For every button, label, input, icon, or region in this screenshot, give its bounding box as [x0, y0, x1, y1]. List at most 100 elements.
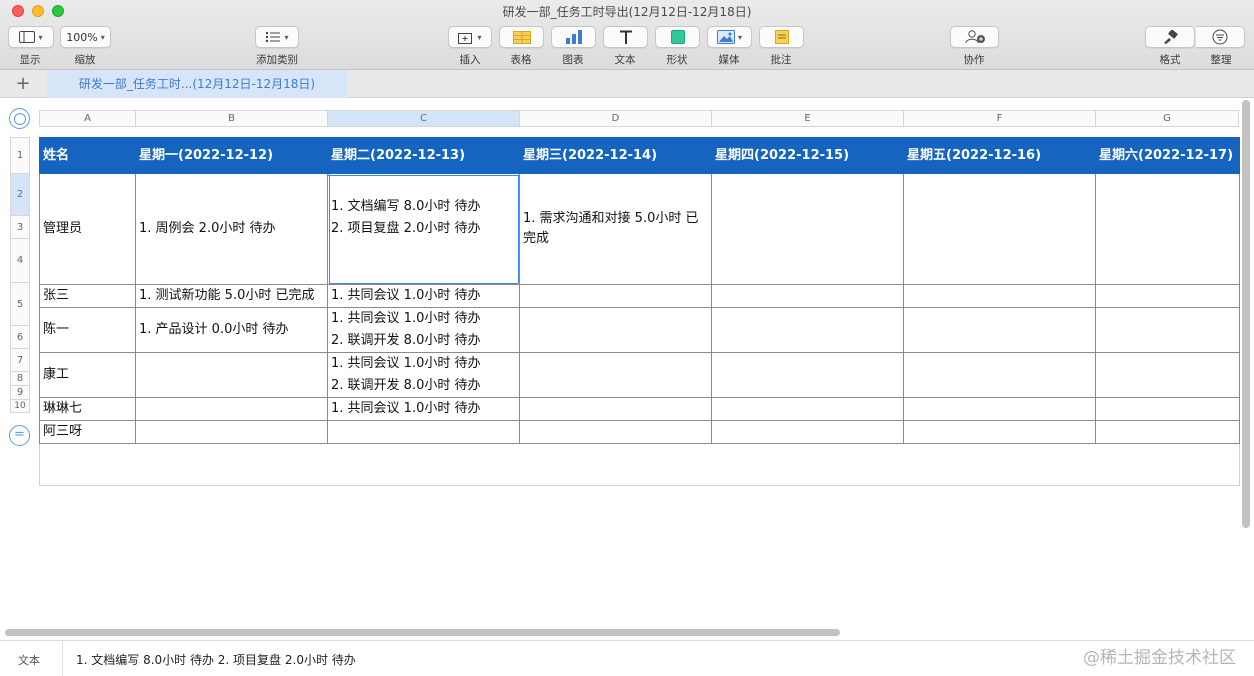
- column-header[interactable]: D: [519, 110, 711, 127]
- row-header[interactable]: 6: [10, 325, 30, 348]
- table-cell[interactable]: [711, 173, 904, 285]
- horizontal-scrollbar[interactable]: [5, 629, 840, 636]
- header-cell[interactable]: 星期六(2022-12-17): [1095, 137, 1240, 174]
- table-cell[interactable]: [711, 420, 904, 444]
- table-cell[interactable]: [903, 397, 1096, 421]
- empty-cell[interactable]: [712, 444, 904, 458]
- header-cell[interactable]: 星期三(2022-12-14): [519, 137, 712, 174]
- selection-handle[interactable]: [328, 174, 330, 176]
- table-cell[interactable]: [903, 307, 1096, 353]
- comment-button[interactable]: [759, 26, 804, 48]
- select-table-icon[interactable]: [9, 108, 30, 129]
- table-cell[interactable]: [327, 420, 520, 444]
- table-cell[interactable]: [519, 352, 712, 398]
- add-row-icon[interactable]: =: [9, 425, 30, 446]
- table-cell[interactable]: [903, 352, 1096, 398]
- empty-cell[interactable]: [39, 457, 136, 472]
- insert-button[interactable]: ▾: [448, 26, 492, 48]
- table-cell[interactable]: [711, 307, 904, 353]
- table-cell[interactable]: [1095, 307, 1240, 353]
- table-cell[interactable]: 1. 共同会议 1.0小时 待办 2. 联调开发 8.0小时 待办: [327, 307, 520, 353]
- zoom-dropdown[interactable]: 100% ▾: [60, 26, 111, 48]
- sheet-tab[interactable]: 研发一部_任务工时...(12月12日-12月18日): [47, 70, 347, 98]
- cell-content-text[interactable]: 1. 文档编写 8.0小时 待办 2. 项目复盘 2.0小时 待办: [76, 651, 356, 668]
- table-cell[interactable]: [1095, 352, 1240, 398]
- row-header[interactable]: 7: [10, 348, 30, 371]
- header-cell[interactable]: 星期五(2022-12-16): [903, 137, 1096, 174]
- row-header[interactable]: 2: [10, 173, 30, 215]
- table-cell[interactable]: 1. 周例会 2.0小时 待办: [135, 173, 328, 285]
- table-cell[interactable]: 1. 共同会议 1.0小时 待办 2. 联调开发 8.0小时 待办: [327, 352, 520, 398]
- table-cell[interactable]: 琳琳七: [39, 397, 136, 421]
- media-button[interactable]: ▾: [707, 26, 752, 48]
- selection-handle[interactable]: [517, 282, 519, 284]
- empty-cell[interactable]: [1095, 471, 1240, 486]
- empty-cell[interactable]: [711, 471, 904, 486]
- empty-cell[interactable]: [328, 444, 520, 458]
- empty-cell[interactable]: [519, 471, 712, 486]
- header-cell[interactable]: 星期一(2022-12-12): [135, 137, 328, 174]
- table-cell[interactable]: 阿三呀: [39, 420, 136, 444]
- organize-button[interactable]: [1196, 26, 1245, 48]
- table-cell[interactable]: 1. 产品设计 0.0小时 待办: [135, 307, 328, 353]
- row-header[interactable]: 5: [10, 282, 30, 325]
- empty-cell[interactable]: [1095, 443, 1240, 458]
- add-sheet-button[interactable]: +: [12, 73, 34, 95]
- header-cell[interactable]: 星期二(2022-12-13): [327, 137, 520, 174]
- format-button[interactable]: [1145, 26, 1195, 48]
- table-cell[interactable]: [519, 307, 712, 353]
- empty-cell[interactable]: [39, 443, 136, 458]
- table-cell[interactable]: [1095, 420, 1240, 444]
- column-header[interactable]: B: [135, 110, 327, 127]
- selected-table-cell[interactable]: 1. 文档编写 8.0小时 待办 2. 项目复盘 2.0小时 待办: [327, 173, 520, 285]
- empty-cell[interactable]: [136, 458, 328, 472]
- table-cell[interactable]: [135, 420, 328, 444]
- table-cell[interactable]: 陈一: [39, 307, 136, 353]
- table-cell[interactable]: [903, 284, 1096, 308]
- table-cell[interactable]: [1095, 173, 1240, 285]
- table-cell[interactable]: [519, 397, 712, 421]
- column-header[interactable]: A: [39, 110, 135, 127]
- header-cell[interactable]: 星期四(2022-12-15): [711, 137, 904, 174]
- row-header[interactable]: 1: [10, 137, 30, 173]
- table-cell[interactable]: [135, 397, 328, 421]
- table-button[interactable]: [499, 26, 544, 48]
- empty-cell[interactable]: [327, 471, 520, 486]
- table-cell[interactable]: [1095, 397, 1240, 421]
- row-header[interactable]: 10: [10, 399, 30, 413]
- row-header[interactable]: 3: [10, 215, 30, 238]
- table-cell[interactable]: [711, 284, 904, 308]
- vertical-scrollbar[interactable]: [1242, 100, 1250, 528]
- empty-cell[interactable]: [1095, 457, 1240, 472]
- table-cell[interactable]: 康工: [39, 352, 136, 398]
- table-cell[interactable]: 张三: [39, 284, 136, 308]
- column-header[interactable]: G: [1095, 110, 1239, 127]
- column-header[interactable]: C: [327, 110, 519, 127]
- empty-cell[interactable]: [39, 471, 136, 486]
- empty-cell[interactable]: [903, 471, 1096, 486]
- empty-cell[interactable]: [135, 471, 328, 486]
- table-cell[interactable]: [135, 352, 328, 398]
- text-button[interactable]: [603, 26, 648, 48]
- column-header[interactable]: F: [903, 110, 1095, 127]
- view-button[interactable]: ▾: [8, 26, 54, 48]
- add-category-button[interactable]: ▾: [255, 26, 299, 48]
- empty-cell[interactable]: [712, 458, 904, 472]
- table-cell[interactable]: 1. 测试新功能 5.0小时 已完成: [135, 284, 328, 308]
- table-cell[interactable]: [903, 420, 1096, 444]
- table-cell[interactable]: 1. 共同会议 1.0小时 待办: [327, 284, 520, 308]
- row-header[interactable]: 8: [10, 371, 30, 385]
- chart-button[interactable]: [551, 26, 596, 48]
- collaborate-button[interactable]: [950, 26, 999, 48]
- table-cell[interactable]: 1. 共同会议 1.0小时 待办: [327, 397, 520, 421]
- empty-cell[interactable]: [520, 458, 712, 472]
- empty-cell[interactable]: [520, 444, 712, 458]
- empty-cell[interactable]: [136, 444, 328, 458]
- empty-cell[interactable]: [328, 458, 520, 472]
- shape-button[interactable]: [655, 26, 700, 48]
- row-header[interactable]: 9: [10, 385, 30, 399]
- row-header[interactable]: 4: [10, 238, 30, 282]
- column-header[interactable]: E: [711, 110, 903, 127]
- table-cell[interactable]: [519, 284, 712, 308]
- table-cell[interactable]: [519, 420, 712, 444]
